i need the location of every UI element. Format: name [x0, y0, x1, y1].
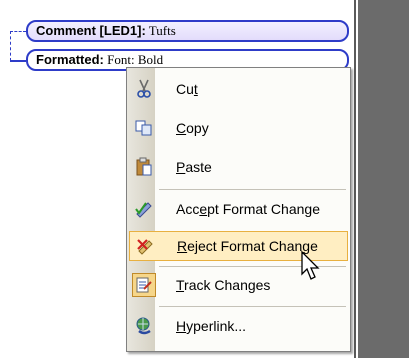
- menu-item-copy[interactable]: Copy: [129, 113, 348, 143]
- menu-separator: [159, 189, 346, 190]
- balloon-text: Font: Bold: [103, 52, 164, 67]
- page-edge: [354, 0, 356, 358]
- comment-balloon[interactable]: Comment [LED1]: Tufts: [26, 20, 349, 42]
- balloon-connector: [10, 31, 26, 32]
- menu-item-accept-format-change[interactable]: Accept Format Change: [129, 194, 348, 224]
- reject-change-icon: [133, 234, 157, 258]
- accept-change-icon: [132, 197, 156, 221]
- copy-icon: [132, 116, 156, 140]
- menu-item-label: Copy: [176, 120, 209, 136]
- track-changes-icon: [132, 273, 156, 297]
- context-menu: Cut Copy Paste Accept Format Change Reje…: [126, 67, 351, 352]
- balloon-text: Tufts: [145, 23, 176, 38]
- menu-item-label: Accept Format Change: [176, 201, 320, 217]
- balloon-label: Comment [LED1]:: [36, 23, 146, 38]
- menu-item-label: Hyperlink...: [176, 318, 247, 334]
- menu-item-label: Cut: [176, 81, 198, 97]
- menu-item-hyperlink[interactable]: Hyperlink...: [129, 311, 348, 341]
- mouse-cursor-icon: [301, 250, 320, 280]
- balloon-label: Formatted:: [36, 52, 104, 67]
- menu-item-label: Reject Format Change: [177, 238, 318, 254]
- menu-item-paste[interactable]: Paste: [129, 152, 348, 182]
- balloon-connector: [10, 60, 26, 62]
- hyperlink-icon: [132, 314, 156, 338]
- balloon-connector: [10, 31, 11, 61]
- menu-item-label: Track Changes: [176, 277, 271, 293]
- workspace-background: [358, 0, 409, 358]
- menu-item-cut[interactable]: Cut: [129, 74, 348, 104]
- scissors-icon: [132, 77, 156, 101]
- menu-item-label: Paste: [176, 159, 212, 175]
- paste-icon: [132, 155, 156, 179]
- menu-separator: [159, 306, 346, 307]
